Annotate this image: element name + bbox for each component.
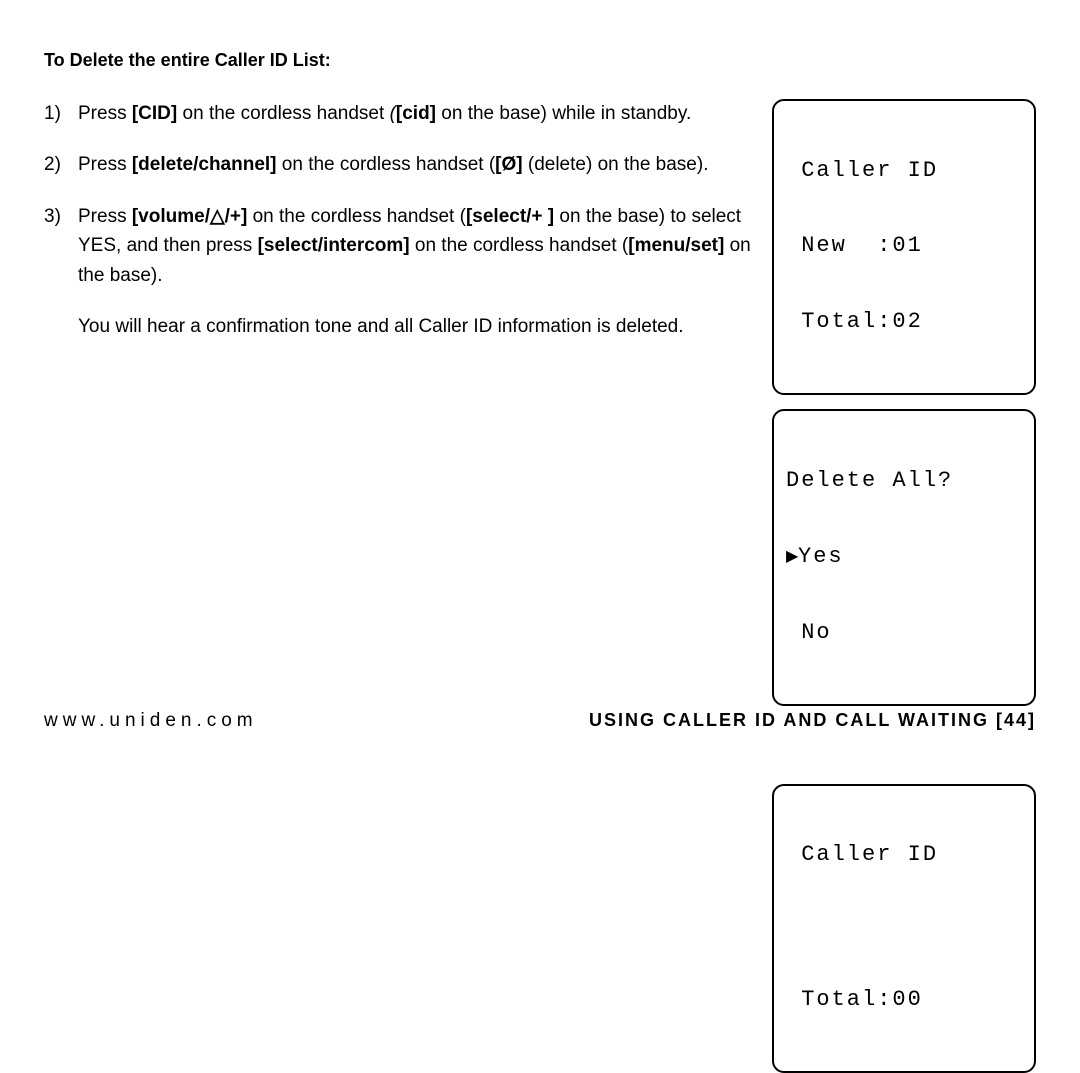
text: on the cordless handset	[177, 103, 389, 124]
bell-icon: △	[210, 206, 225, 227]
manual-page: To Delete the entire Caller ID List: 1) …	[0, 0, 1080, 762]
lcd-line: Total:00	[786, 987, 1022, 1012]
text: Press	[78, 154, 132, 175]
step-number: 2)	[44, 150, 68, 179]
lcd-screen-3: Caller ID Total:00	[772, 784, 1036, 1073]
instruction-list: 1) Press [CID] on the cordless handset (…	[44, 99, 752, 364]
content-row: 1) Press [CID] on the cordless handset (…	[44, 99, 1036, 1073]
button-ref-open: [volume/	[132, 206, 210, 227]
step-body: Press [volume/△/+] on the cordless hands…	[78, 202, 752, 342]
step-number: 3)	[44, 202, 68, 342]
step-body: Press [CID] on the cordless handset ([ci…	[78, 99, 752, 128]
lcd-text: Yes	[798, 544, 844, 569]
null-icon: Ø	[501, 154, 516, 175]
text: on the base) while in standby.	[436, 103, 691, 124]
step-follow-text: You will hear a confirmation tone and al…	[78, 312, 752, 341]
text: on the cordless handset (	[277, 154, 496, 175]
text: on the cordless handset (	[410, 235, 629, 256]
button-ref: [select/intercom]	[258, 235, 410, 256]
lcd-screens: Caller ID New :01 Total:02 Delete All? ▶…	[772, 99, 1036, 1073]
button-ref: [delete/channel]	[132, 154, 277, 175]
lcd-screen-2: Delete All? ▶Yes No	[772, 409, 1036, 705]
footer-section-title: USING CALLER ID AND CALL WAITING [44]	[589, 710, 1036, 731]
lcd-line: New :01	[786, 233, 1022, 258]
button-ref-close: /+]	[225, 206, 248, 227]
lcd-blank-line	[786, 918, 1022, 936]
text: on the cordless handset (	[247, 206, 466, 227]
button-ref: [select/+ ]	[466, 206, 554, 227]
lcd-line: Delete All?	[786, 468, 1022, 493]
button-ref: [menu/set]	[628, 235, 724, 256]
page-footer: www.uniden.com USING CALLER ID AND CALL …	[44, 710, 1036, 732]
step-number: 1)	[44, 99, 68, 128]
text: (delete) on the base).	[523, 154, 709, 175]
step-1: 1) Press [CID] on the cordless handset (…	[44, 99, 752, 128]
step-2: 2) Press [delete/channel] on the cordles…	[44, 150, 752, 179]
button-ref: [CID]	[132, 103, 177, 124]
lcd-line: Caller ID	[786, 158, 1022, 183]
step-body: Press [delete/channel] on the cordless h…	[78, 150, 752, 179]
step-3: 3) Press [volume/△/+] on the cordless ha…	[44, 202, 752, 342]
lcd-screen-1: Caller ID New :01 Total:02	[772, 99, 1036, 395]
lcd-line: Total:02	[786, 309, 1022, 334]
footer-url: www.uniden.com	[44, 710, 258, 732]
text: Press	[78, 206, 132, 227]
lcd-line: Caller ID	[786, 842, 1022, 867]
text: Press	[78, 103, 132, 124]
lcd-line: ▶Yes	[786, 544, 1022, 569]
button-ref: [cid]	[396, 103, 436, 124]
section-heading: To Delete the entire Caller ID List:	[44, 50, 1036, 71]
pointer-icon: ▶	[786, 548, 798, 566]
lcd-line: No	[786, 620, 1022, 645]
